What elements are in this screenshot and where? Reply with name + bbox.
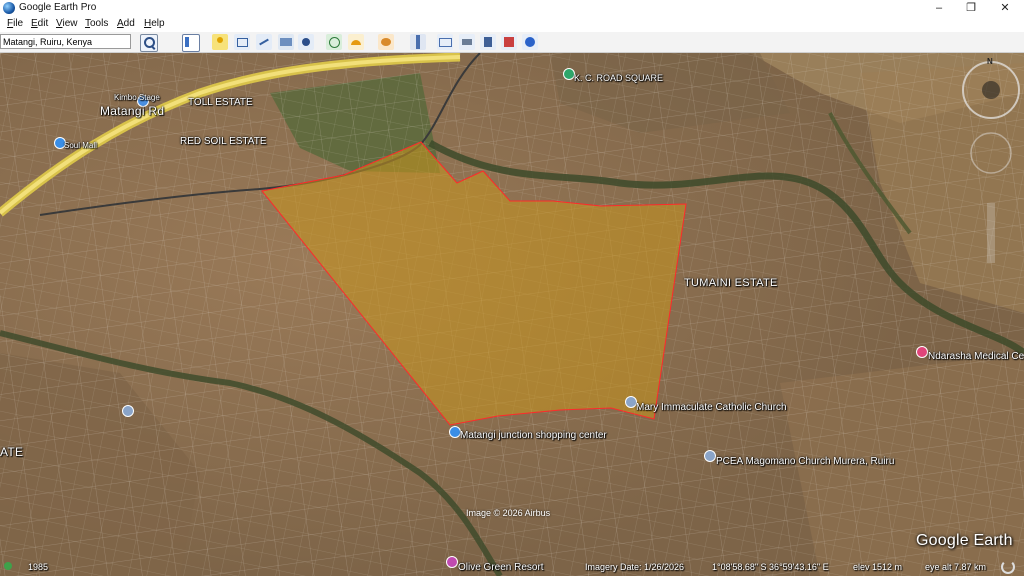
ruler-icon[interactable] — [410, 34, 426, 50]
historical-year: 1985 — [28, 562, 49, 572]
label-soul-mall: Soul Mall — [64, 141, 97, 150]
historical-imagery-icon[interactable] — [326, 34, 342, 50]
sun-icon[interactable] — [348, 34, 364, 50]
satellite-imagery — [0, 53, 1024, 576]
status-indicator-icon — [4, 562, 12, 570]
status-bar: 1985 Imagery Date: 1/26/2026 1°08'58.68"… — [0, 558, 1024, 576]
label-matangi-rd: Matangi Rd — [100, 104, 165, 118]
google-earth-app-icon — [3, 2, 15, 14]
save-image-icon[interactable] — [480, 34, 496, 50]
image-overlay-icon[interactable] — [278, 34, 294, 50]
restore-button[interactable]: ❐ — [954, 0, 988, 17]
toolbar — [0, 32, 1024, 53]
google-earth-icon[interactable] — [522, 34, 538, 50]
coordinates: 1°08'58.68" S 36°59'43.16" E — [712, 562, 829, 572]
eye-altitude: eye alt 7.87 km — [925, 562, 987, 572]
hospital-icon[interactable] — [916, 346, 928, 358]
menu-edit[interactable]: Edit — [31, 18, 48, 29]
compass-north-label: N — [987, 57, 993, 66]
title-bar: Google Earth Pro – ❐ ✕ — [0, 0, 1024, 17]
sidebar-toggle-icon[interactable] — [182, 34, 200, 52]
church-icon[interactable] — [704, 450, 716, 462]
menu-help[interactable]: Help — [144, 18, 165, 29]
placemark-icon[interactable] — [212, 34, 228, 50]
menu-view[interactable]: View — [56, 18, 78, 29]
label-kc-road-square: K. C. ROAD SQUARE — [574, 73, 664, 83]
search-button[interactable] — [140, 34, 158, 52]
loading-icon — [1001, 560, 1015, 574]
print-icon[interactable] — [459, 34, 475, 50]
polygon-icon[interactable] — [234, 34, 250, 50]
label-kimbo-stage: Kimbo Stage — [114, 93, 160, 102]
path-icon[interactable] — [256, 34, 272, 50]
menu-add[interactable]: Add — [117, 18, 135, 29]
view-in-maps-icon[interactable] — [501, 34, 517, 50]
label-red-soil-estate: RED SOIL ESTATE — [180, 136, 267, 147]
label-ndarasha-medical: Ndarasha Medical Ce — [928, 351, 1024, 362]
close-button[interactable]: ✕ — [988, 0, 1022, 17]
menu-bar: File Edit View Tools Add Help — [0, 17, 1024, 32]
planets-icon[interactable] — [378, 34, 394, 50]
imagery-credit: Image © 2026 Airbus — [466, 508, 551, 518]
window-title: Google Earth Pro — [19, 2, 97, 13]
search-input[interactable] — [0, 34, 131, 49]
place-icon[interactable] — [122, 405, 134, 417]
map-view[interactable]: Kimbo Stage Matangi Rd TOLL ESTATE RED S… — [0, 53, 1024, 576]
menu-file[interactable]: File — [7, 18, 23, 29]
label-estate-partial: ATE — [0, 445, 24, 459]
elevation: elev 1512 m — [853, 562, 903, 572]
email-icon[interactable] — [437, 34, 453, 50]
imagery-date: Imagery Date: 1/26/2026 — [585, 562, 685, 572]
label-mary-immaculate-church: Mary Immaculate Catholic Church — [636, 402, 787, 413]
label-toll-estate: TOLL ESTATE — [188, 97, 253, 108]
minimize-button[interactable]: – — [922, 0, 956, 17]
label-tumaini-estate: TUMAINI ESTATE — [684, 277, 778, 289]
label-matangi-junction: Matangi junction shopping center — [460, 430, 607, 441]
record-tour-icon[interactable] — [298, 34, 314, 50]
google-earth-logo: Google Earth — [916, 532, 1013, 549]
label-pcea-church: PCEA Magomano Church Murera, Ruiru — [716, 456, 895, 467]
menu-tools[interactable]: Tools — [85, 18, 108, 29]
